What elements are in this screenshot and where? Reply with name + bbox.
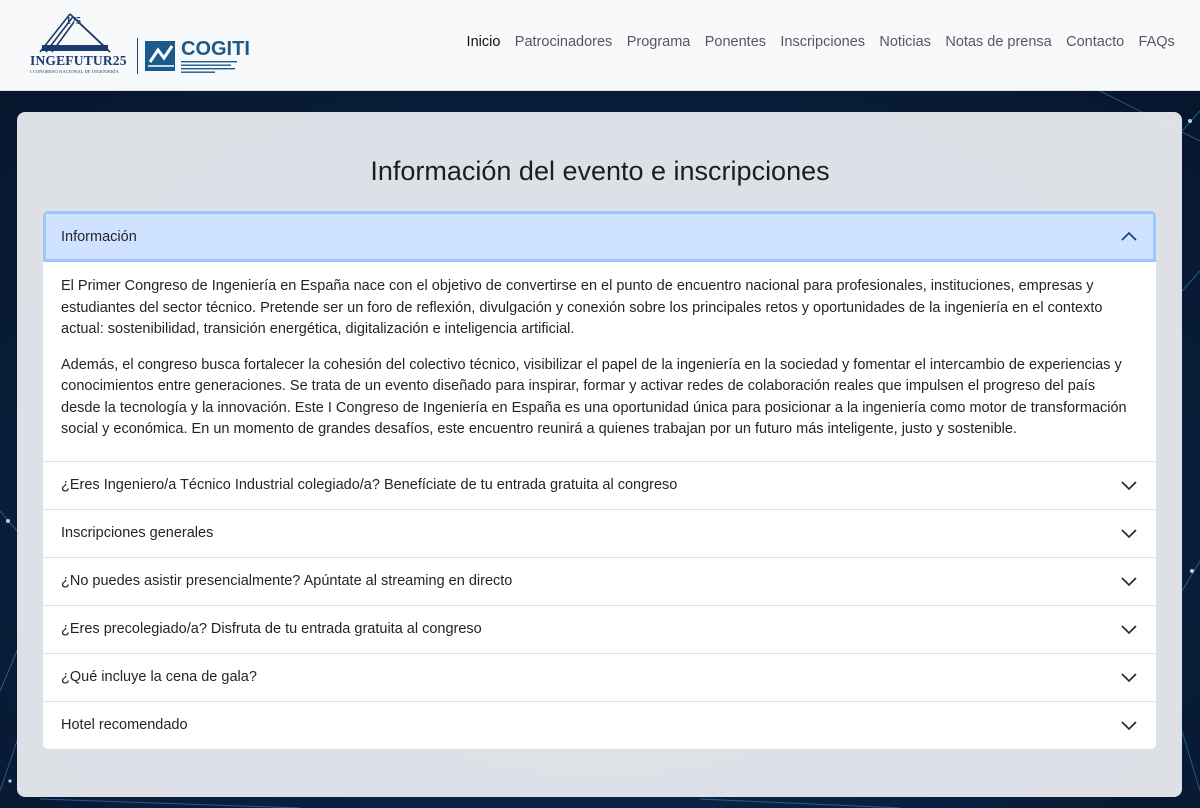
nav-inscripciones[interactable]: Inscripciones [773,34,872,50]
info-paragraph-2: Además, el congreso busca fortalecer la … [61,356,1127,438]
main-nav: Inicio Patrocinadores Programa Ponentes … [459,34,1182,50]
accordion-item-label: ¿Eres Ingeniero/a Técnico Industrial col… [61,477,678,493]
chevron-down-icon [1120,716,1138,734]
nav-patrocinadores[interactable]: Patrocinadores [508,34,620,50]
nav-inicio[interactable]: Inicio [459,34,507,50]
triangle-emblem-icon: 175 [39,13,111,53]
accordion-item-label: ¿No puedes asistir presencialmente? Apún… [61,573,513,589]
accordion-body-informacion: El Primer Congreso de Ingeniería en Espa… [43,262,1156,461]
info-accordion: Información El Primer Congreso de Ingeni… [42,210,1157,750]
info-paragraph-1: El Primer Congreso de Ingeniería en Espa… [61,278,1103,337]
nav-notas-de-prensa[interactable]: Notas de prensa [938,34,1059,50]
nav-ponentes[interactable]: Ponentes [698,34,774,50]
nav-faqs[interactable]: FAQs [1131,34,1182,50]
chevron-down-icon [1120,668,1138,686]
cogiti-emblem-icon [145,41,175,71]
accordion-item-inscripciones-generales[interactable]: Inscripciones generales [43,508,1156,557]
nav-noticias[interactable]: Noticias [872,34,938,50]
accordion-item-hotel[interactable]: Hotel recomendado [43,700,1156,749]
nav-contacto[interactable]: Contacto [1059,34,1131,50]
accordion-item-label: Inscripciones generales [61,525,214,541]
accordion-item-streaming[interactable]: ¿No puedes asistir presencialmente? Apún… [43,556,1156,605]
nav-programa[interactable]: Programa [620,34,698,50]
ingefutur-logo[interactable]: 175 INGEFUTUR25 I CONGRESO NACIONAL DE I… [28,8,128,74]
cogiti-wordmark: COGITI [181,38,250,60]
accordion-item-label: ¿Eres precolegiado/a? Disfruta de tu ent… [61,621,482,637]
chevron-down-icon [1120,476,1138,494]
chevron-up-icon [1120,228,1138,246]
accordion-item-colegiado[interactable]: ¿Eres Ingeniero/a Técnico Industrial col… [43,460,1156,509]
site-header: 175 INGEFUTUR25 I CONGRESO NACIONAL DE I… [0,0,1200,91]
accordion-item-informacion[interactable]: Información [43,211,1156,262]
logo-divider [137,38,138,74]
cogiti-logo[interactable]: COGITI [144,38,250,75]
cogiti-tagline-graphic [181,60,241,75]
accordion-item-cena-gala[interactable]: ¿Qué incluye la cena de gala? [43,652,1156,701]
accordion-item-label: Información [61,228,137,245]
logo-subtitle: I CONGRESO NACIONAL DE INGENIERÍA [30,69,119,74]
accordion-item-label: ¿Qué incluye la cena de gala? [61,669,257,685]
accordion-item-precolegiado[interactable]: ¿Eres precolegiado/a? Disfruta de tu ent… [43,604,1156,653]
logo-year: 175 [66,16,81,27]
chevron-down-icon [1120,620,1138,638]
accordion-item-label: Hotel recomendado [61,717,188,733]
chevron-down-icon [1120,524,1138,542]
logo-wordmark: INGEFUTUR25 [30,53,127,68]
page-title: Información del evento e inscripciones [370,156,830,186]
chevron-down-icon [1120,572,1138,590]
